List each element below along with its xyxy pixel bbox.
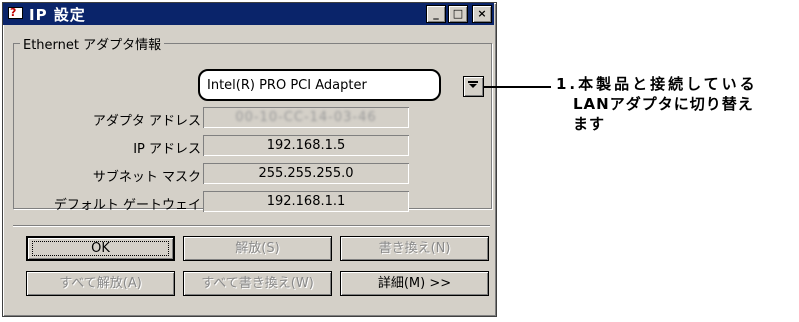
ok-button[interactable]: OK: [26, 236, 175, 261]
adapter-select-value: Intel(R) PRO PCI Adapter: [207, 78, 367, 93]
callout-leader-line: [483, 86, 551, 88]
subnet-mask-field: 255.255.255.0: [203, 163, 409, 184]
subnet-mask-label: サブネット マスク: [92, 170, 201, 185]
default-gateway-field: 192.168.1.1: [203, 191, 409, 212]
callout-line-1: 1.本製品と接続している: [556, 75, 758, 93]
renew-all-button[interactable]: すべて書き換え(W): [183, 271, 332, 296]
ip-address-label: IP アドレス: [133, 142, 201, 157]
dropdown-arrow-icon[interactable]: [463, 76, 484, 97]
adapter-address-field: 00-10-CC-14-03-46: [203, 107, 409, 128]
adapter-select[interactable]: Intel(R) PRO PCI Adapter: [198, 69, 441, 101]
default-gateway-label: デフォルト ゲートウェイ: [53, 198, 201, 213]
window-title: IP 設定: [29, 5, 86, 24]
divider: [13, 225, 490, 226]
title-bar[interactable]: ? IP 設定 _ □ ×: [3, 3, 494, 25]
release-all-button[interactable]: すべて解放(A): [26, 271, 175, 296]
ip-address-field: 192.168.1.5: [203, 135, 409, 156]
adapter-address-value: 00-10-CC-14-03-46: [235, 110, 377, 125]
renew-button[interactable]: 書き換え(N): [340, 236, 489, 261]
minimize-button[interactable]: _: [426, 5, 446, 23]
group-label: Ethernet アダプタ情報: [20, 34, 165, 53]
network-app-icon: ?: [6, 6, 24, 22]
callout-note: 1.本製品と接続している LANアダプタに切り替え ます: [556, 74, 796, 134]
maximize-button[interactable]: □: [448, 5, 468, 23]
adapter-address-label: アダプタ アドレス: [92, 114, 201, 129]
callout-line-3: ます: [573, 115, 606, 133]
callout-line-2: LANアダプタに切り替え: [573, 95, 754, 113]
details-button[interactable]: 詳細(M) >>: [340, 271, 489, 296]
release-button[interactable]: 解放(S): [183, 236, 332, 261]
close-button[interactable]: ×: [472, 5, 492, 23]
